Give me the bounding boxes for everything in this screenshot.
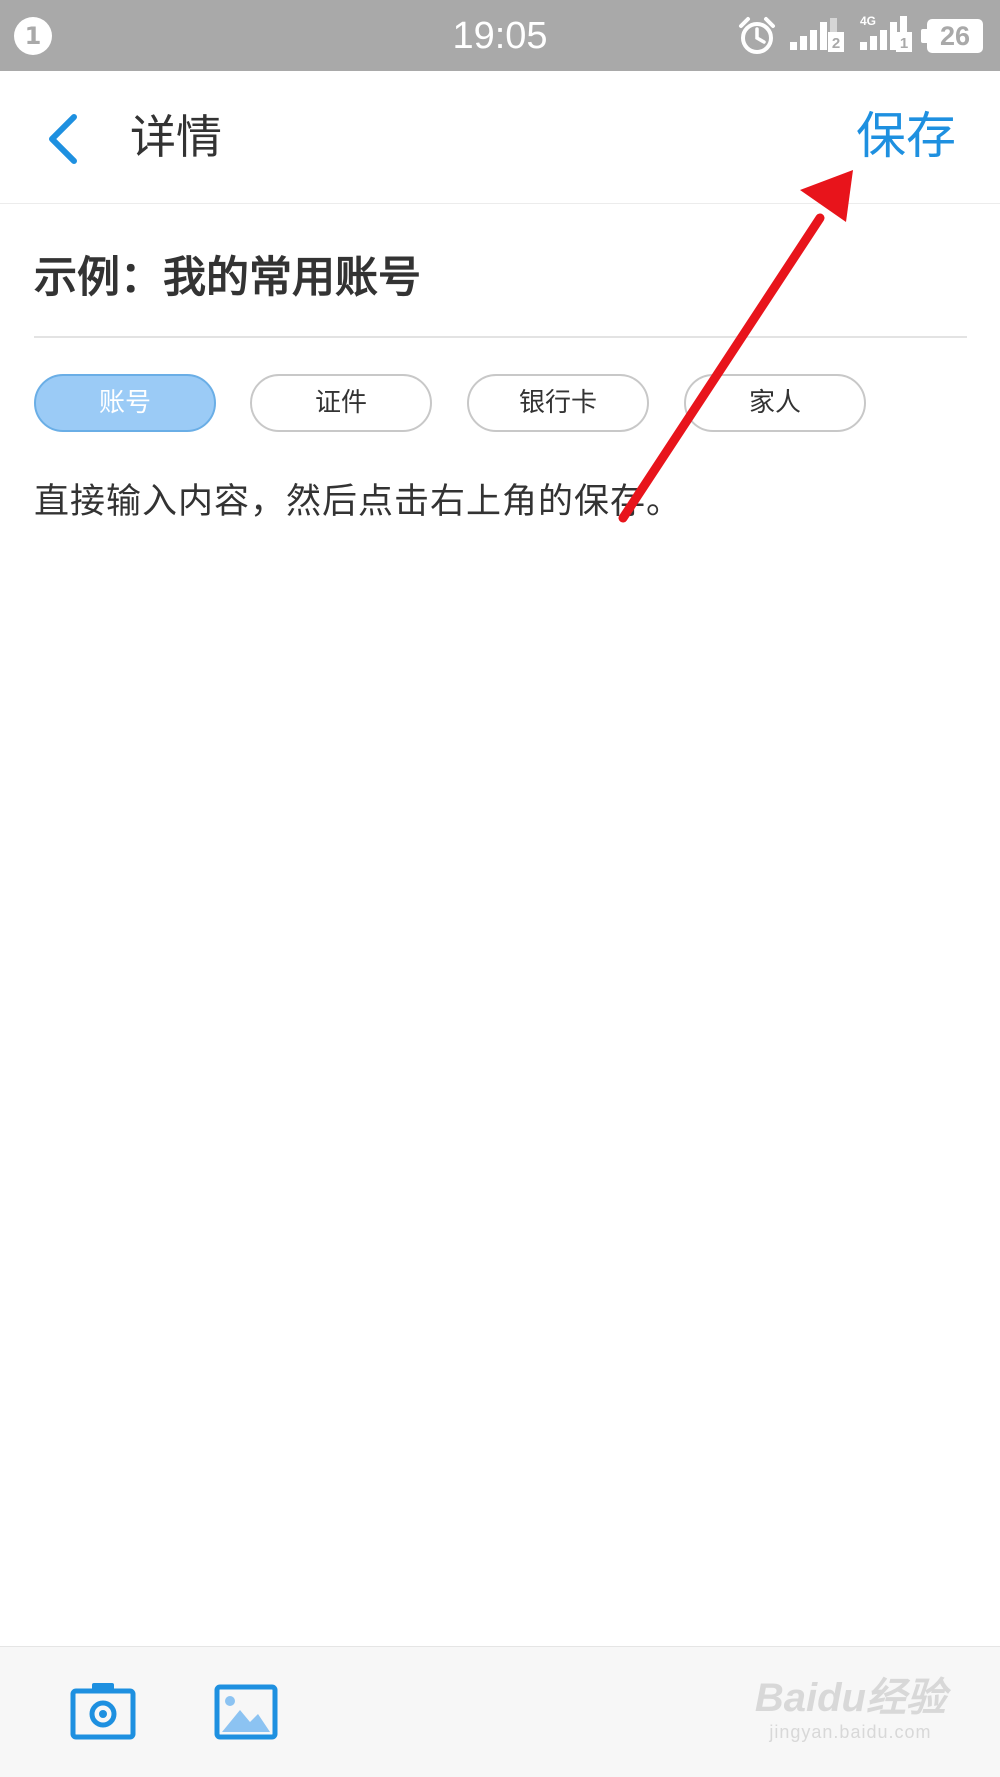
- status-bar: 1 19:05 2 4G 1 26: [0, 0, 1000, 71]
- camera-icon[interactable]: [70, 1681, 136, 1741]
- app-bar: 详情 保存: [0, 71, 1000, 204]
- image-icon[interactable]: [214, 1684, 278, 1740]
- content-input[interactable]: 直接输入内容，然后点击右上角的保存。: [34, 474, 682, 530]
- baidu-jingyan-watermark: Baidu经验 jingyan.baidu.com: [755, 1675, 946, 1743]
- chip-bank-card[interactable]: 银行卡: [467, 374, 649, 432]
- sim-2-label: 2: [832, 35, 840, 52]
- network-type-label: 4G: [860, 14, 876, 28]
- chevron-left-icon[interactable]: [44, 113, 84, 165]
- divider: [34, 336, 967, 338]
- record-title-input[interactable]: 示例：我的常用账号: [34, 248, 421, 308]
- watermark-logo: Baidu经验: [754, 1676, 946, 1720]
- signal-4g-sim1-icon: 4G 1: [860, 14, 912, 52]
- chip-account[interactable]: 账号: [34, 374, 216, 432]
- chip-id-document[interactable]: 证件: [250, 374, 432, 432]
- battery-icon: 26: [921, 19, 983, 53]
- watermark-url: jingyan.baidu.com: [769, 1722, 932, 1742]
- status-time: 19:05: [452, 15, 548, 57]
- sim-1-label: 1: [900, 35, 908, 52]
- page-title: 详情: [130, 110, 222, 164]
- alarm-icon: [739, 17, 775, 54]
- signal-sim2-icon: 2: [790, 18, 844, 52]
- bottom-toolbar: Baidu经验 jingyan.baidu.com: [0, 1646, 1000, 1777]
- save-button[interactable]: 保存: [856, 105, 956, 167]
- chip-family[interactable]: 家人: [684, 374, 866, 432]
